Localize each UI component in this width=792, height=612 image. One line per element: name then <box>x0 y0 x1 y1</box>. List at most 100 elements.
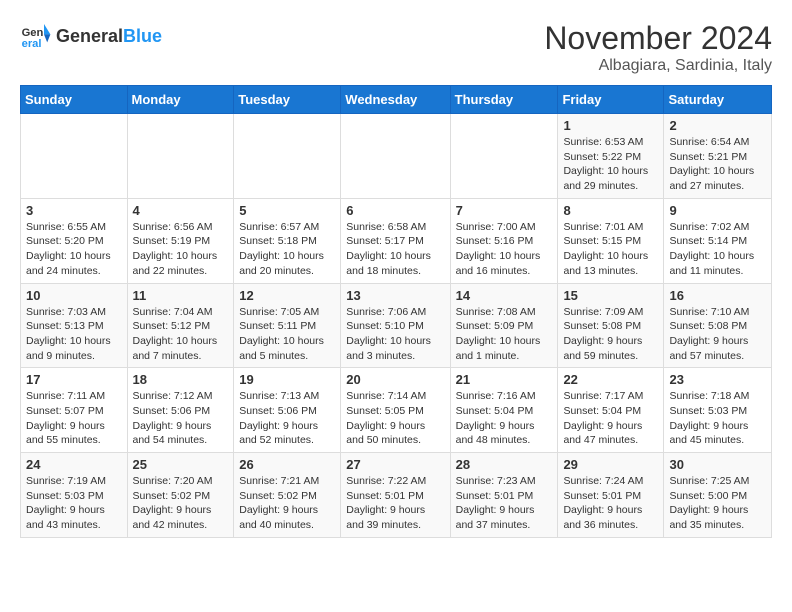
calendar-cell: 1 Sunrise: 6:53 AM Sunset: 5:22 PM Daylig… <box>558 114 664 199</box>
week-row-4: 17 Sunrise: 7:11 AM Sunset: 5:07 PM Dayli… <box>21 368 772 453</box>
svg-text:Gen: Gen <box>22 27 44 39</box>
day-info: Sunrise: 6:56 AM Sunset: 5:19 PM Dayligh… <box>133 220 229 279</box>
day-number: 14 <box>456 288 553 303</box>
day-info: Sunrise: 7:09 AM Sunset: 5:08 PM Dayligh… <box>563 305 658 364</box>
calendar-cell: 30 Sunrise: 7:25 AM Sunset: 5:00 PM Dayli… <box>664 453 772 538</box>
month-title: November 2024 <box>544 20 772 57</box>
week-row-2: 3 Sunrise: 6:55 AM Sunset: 5:20 PM Daylig… <box>21 198 772 283</box>
day-info: Sunrise: 7:05 AM Sunset: 5:11 PM Dayligh… <box>239 305 335 364</box>
day-info: Sunrise: 7:06 AM Sunset: 5:10 PM Dayligh… <box>346 305 444 364</box>
calendar-cell: 28 Sunrise: 7:23 AM Sunset: 5:01 PM Dayli… <box>450 453 558 538</box>
day-info: Sunrise: 7:21 AM Sunset: 5:02 PM Dayligh… <box>239 474 335 533</box>
day-number: 28 <box>456 457 553 472</box>
day-info: Sunrise: 7:03 AM Sunset: 5:13 PM Dayligh… <box>26 305 122 364</box>
day-number: 27 <box>346 457 444 472</box>
day-info: Sunrise: 7:22 AM Sunset: 5:01 PM Dayligh… <box>346 474 444 533</box>
calendar-cell <box>127 114 234 199</box>
header: Gen eral GeneralBlue November 2024 Albag… <box>20 20 772 75</box>
calendar-cell: 11Sunrise: 7:04 AM Sunset: 5:12 PM Dayli… <box>127 283 234 368</box>
day-number: 30 <box>669 457 766 472</box>
header-day-friday: Friday <box>558 86 664 114</box>
logo-blue-text: Blue <box>123 26 162 46</box>
header-day-wednesday: Wednesday <box>341 86 450 114</box>
day-number: 19 <box>239 372 335 387</box>
header-day-sunday: Sunday <box>21 86 128 114</box>
day-number: 17 <box>26 372 122 387</box>
calendar-cell: 23Sunrise: 7:18 AM Sunset: 5:03 PM Dayli… <box>664 368 772 453</box>
calendar-cell: 26Sunrise: 7:21 AM Sunset: 5:02 PM Dayli… <box>234 453 341 538</box>
day-info: Sunrise: 7:23 AM Sunset: 5:01 PM Dayligh… <box>456 474 553 533</box>
day-info: Sunrise: 7:24 AM Sunset: 5:01 PM Dayligh… <box>563 474 658 533</box>
day-number: 7 <box>456 203 553 218</box>
day-info: Sunrise: 6:54 AM Sunset: 5:21 PM Dayligh… <box>669 135 766 194</box>
day-info: Sunrise: 7:13 AM Sunset: 5:06 PM Dayligh… <box>239 389 335 448</box>
calendar-body: 1 Sunrise: 6:53 AM Sunset: 5:22 PM Daylig… <box>21 114 772 538</box>
day-number: 22 <box>563 372 658 387</box>
calendar-cell <box>234 114 341 199</box>
calendar-cell: 17 Sunrise: 7:11 AM Sunset: 5:07 PM Dayli… <box>21 368 128 453</box>
calendar-cell: 8 Sunrise: 7:01 AM Sunset: 5:15 PM Daylig… <box>558 198 664 283</box>
calendar-cell: 29 Sunrise: 7:24 AM Sunset: 5:01 PM Dayli… <box>558 453 664 538</box>
day-number: 8 <box>563 203 658 218</box>
day-info: Sunrise: 6:53 AM Sunset: 5:22 PM Dayligh… <box>563 135 658 194</box>
day-info: Sunrise: 7:19 AM Sunset: 5:03 PM Dayligh… <box>26 474 122 533</box>
calendar-header: SundayMondayTuesdayWednesdayThursdayFrid… <box>21 86 772 114</box>
calendar-cell: 27 Sunrise: 7:22 AM Sunset: 5:01 PM Dayli… <box>341 453 450 538</box>
day-number: 10 <box>26 288 122 303</box>
header-day-thursday: Thursday <box>450 86 558 114</box>
calendar-cell: 25Sunrise: 7:20 AM Sunset: 5:02 PM Dayli… <box>127 453 234 538</box>
header-day-tuesday: Tuesday <box>234 86 341 114</box>
day-number: 29 <box>563 457 658 472</box>
calendar-cell <box>450 114 558 199</box>
logo: Gen eral GeneralBlue <box>20 20 162 52</box>
day-info: Sunrise: 7:01 AM Sunset: 5:15 PM Dayligh… <box>563 220 658 279</box>
day-info: Sunrise: 7:14 AM Sunset: 5:05 PM Dayligh… <box>346 389 444 448</box>
day-number: 16 <box>669 288 766 303</box>
day-info: Sunrise: 6:58 AM Sunset: 5:17 PM Dayligh… <box>346 220 444 279</box>
day-number: 21 <box>456 372 553 387</box>
day-info: Sunrise: 7:18 AM Sunset: 5:03 PM Dayligh… <box>669 389 766 448</box>
day-number: 2 <box>669 118 766 133</box>
header-day-saturday: Saturday <box>664 86 772 114</box>
header-row: SundayMondayTuesdayWednesdayThursdayFrid… <box>21 86 772 114</box>
logo-general-text: General <box>56 26 123 46</box>
day-info: Sunrise: 6:57 AM Sunset: 5:18 PM Dayligh… <box>239 220 335 279</box>
calendar-cell: 18Sunrise: 7:12 AM Sunset: 5:06 PM Dayli… <box>127 368 234 453</box>
day-info: Sunrise: 7:02 AM Sunset: 5:14 PM Dayligh… <box>669 220 766 279</box>
week-row-3: 10 Sunrise: 7:03 AM Sunset: 5:13 PM Dayli… <box>21 283 772 368</box>
calendar-cell: 14Sunrise: 7:08 AM Sunset: 5:09 PM Dayli… <box>450 283 558 368</box>
day-number: 25 <box>133 457 229 472</box>
calendar-cell: 2 Sunrise: 6:54 AM Sunset: 5:21 PM Daylig… <box>664 114 772 199</box>
calendar-table: SundayMondayTuesdayWednesdayThursdayFrid… <box>20 85 772 538</box>
week-row-5: 24 Sunrise: 7:19 AM Sunset: 5:03 PM Dayli… <box>21 453 772 538</box>
calendar-cell: 12Sunrise: 7:05 AM Sunset: 5:11 PM Dayli… <box>234 283 341 368</box>
day-number: 11 <box>133 288 229 303</box>
day-number: 1 <box>563 118 658 133</box>
calendar-cell: 4Sunrise: 6:56 AM Sunset: 5:19 PM Daylig… <box>127 198 234 283</box>
week-row-1: 1 Sunrise: 6:53 AM Sunset: 5:22 PM Daylig… <box>21 114 772 199</box>
calendar-cell: 21Sunrise: 7:16 AM Sunset: 5:04 PM Dayli… <box>450 368 558 453</box>
day-info: Sunrise: 7:25 AM Sunset: 5:00 PM Dayligh… <box>669 474 766 533</box>
day-number: 15 <box>563 288 658 303</box>
header-day-monday: Monday <box>127 86 234 114</box>
day-info: Sunrise: 6:55 AM Sunset: 5:20 PM Dayligh… <box>26 220 122 279</box>
calendar-cell: 7 Sunrise: 7:00 AM Sunset: 5:16 PM Daylig… <box>450 198 558 283</box>
calendar-cell: 22Sunrise: 7:17 AM Sunset: 5:04 PM Dayli… <box>558 368 664 453</box>
svg-text:eral: eral <box>22 38 42 50</box>
calendar-cell <box>341 114 450 199</box>
calendar-cell: 5Sunrise: 6:57 AM Sunset: 5:18 PM Daylig… <box>234 198 341 283</box>
day-info: Sunrise: 7:11 AM Sunset: 5:07 PM Dayligh… <box>26 389 122 448</box>
calendar-cell: 13 Sunrise: 7:06 AM Sunset: 5:10 PM Dayli… <box>341 283 450 368</box>
location-subtitle: Albagiara, Sardinia, Italy <box>544 57 772 75</box>
day-number: 20 <box>346 372 444 387</box>
day-number: 13 <box>346 288 444 303</box>
general-blue-logo-icon: Gen eral <box>20 20 52 52</box>
day-info: Sunrise: 7:00 AM Sunset: 5:16 PM Dayligh… <box>456 220 553 279</box>
calendar-cell: 15 Sunrise: 7:09 AM Sunset: 5:08 PM Dayli… <box>558 283 664 368</box>
day-info: Sunrise: 7:10 AM Sunset: 5:08 PM Dayligh… <box>669 305 766 364</box>
day-number: 3 <box>26 203 122 218</box>
calendar-cell: 24 Sunrise: 7:19 AM Sunset: 5:03 PM Dayli… <box>21 453 128 538</box>
calendar-cell: 19 Sunrise: 7:13 AM Sunset: 5:06 PM Dayli… <box>234 368 341 453</box>
title-area: November 2024 Albagiara, Sardinia, Italy <box>544 20 772 75</box>
day-number: 24 <box>26 457 122 472</box>
